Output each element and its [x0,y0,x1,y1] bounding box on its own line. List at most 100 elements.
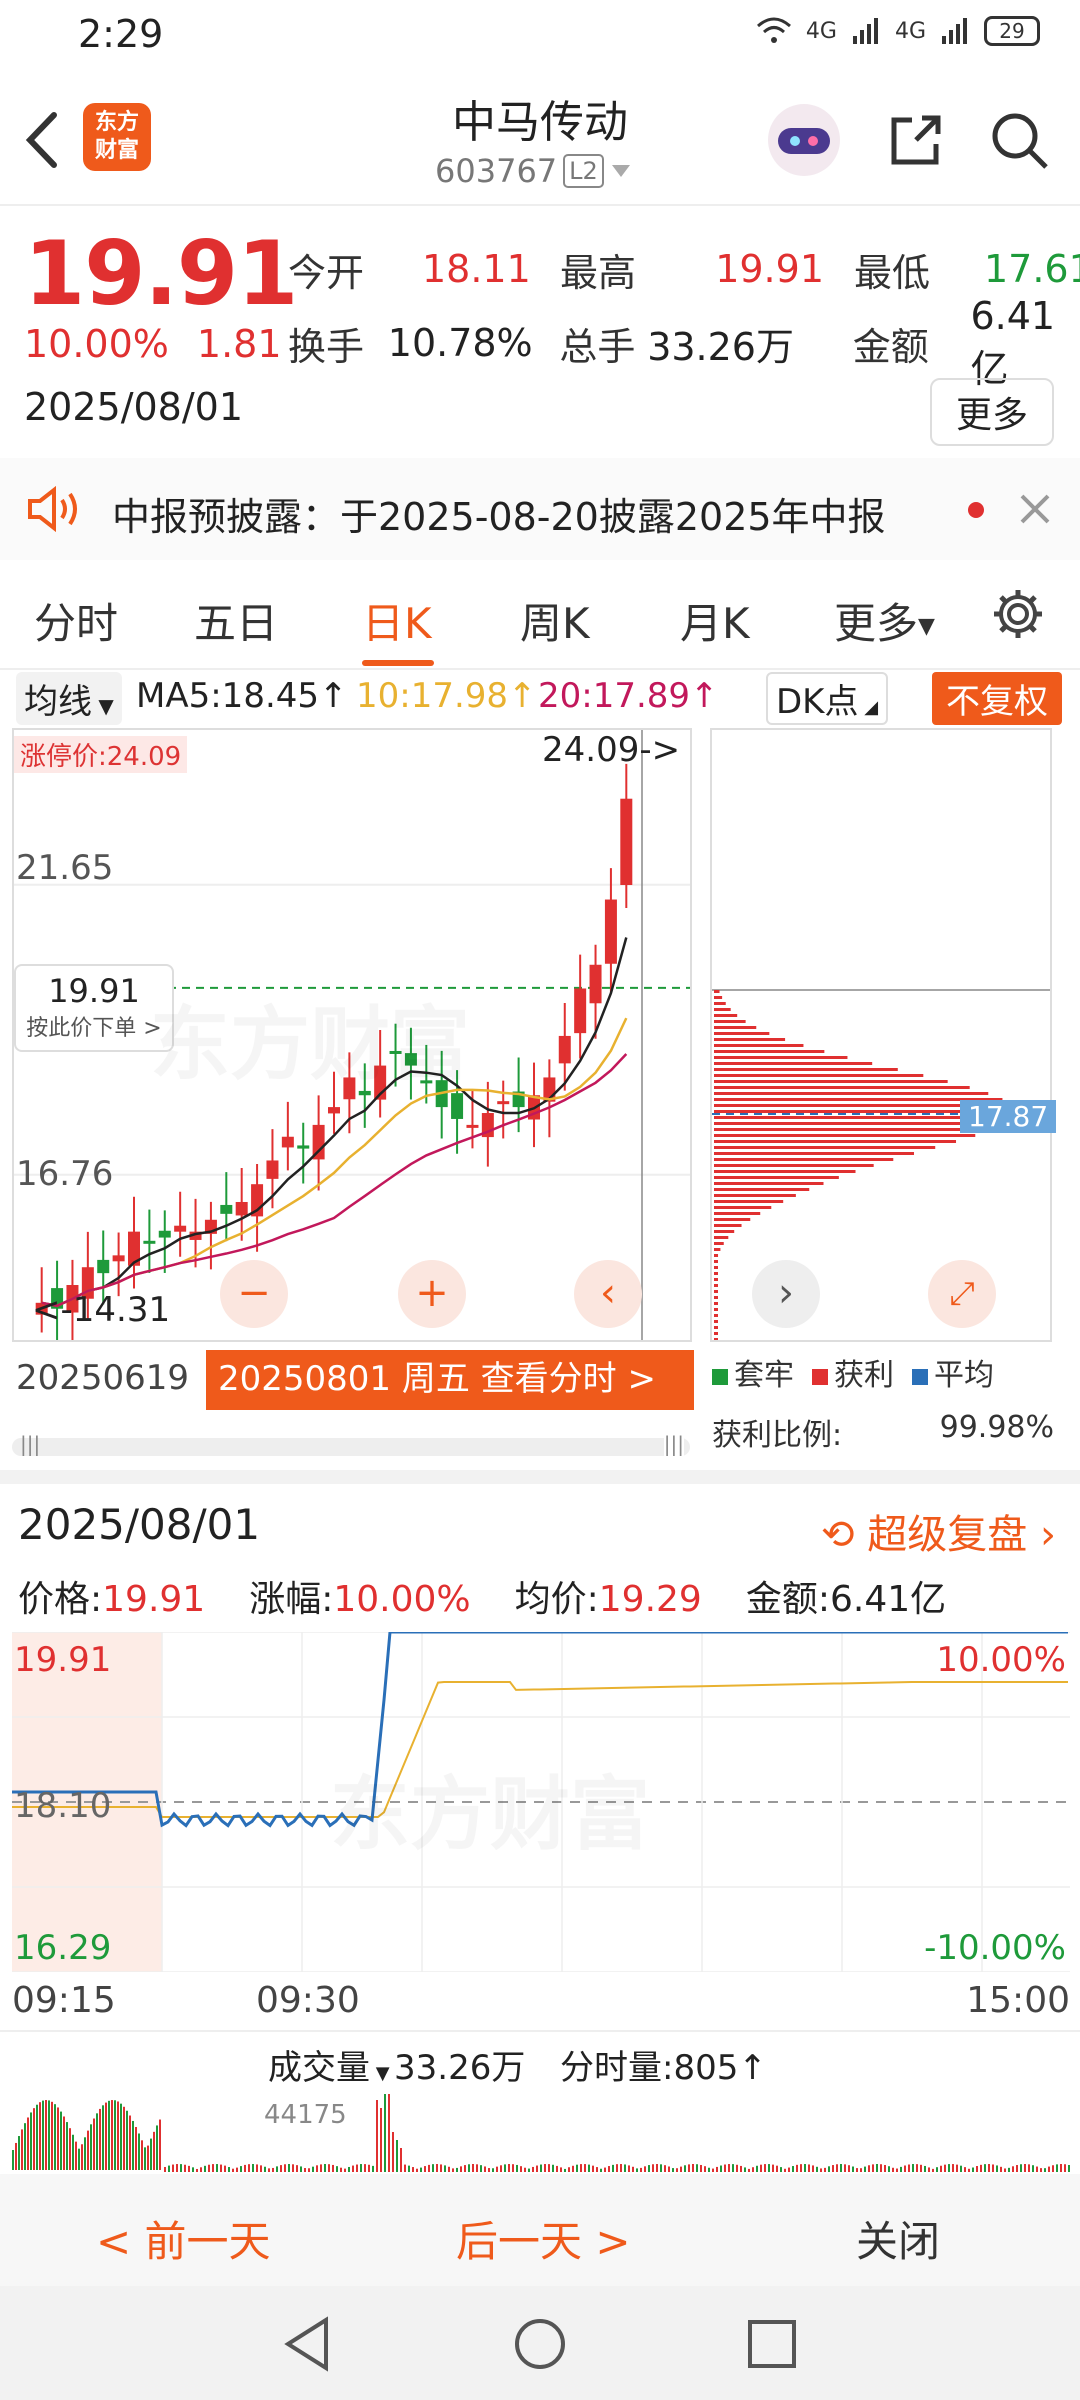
volume-bar [1028,2164,1030,2172]
chip-bar [714,1302,718,1305]
search-icon[interactable] [988,109,1050,171]
volume-bar [736,2164,738,2172]
volume-bar [54,2104,56,2170]
caret-icon: ◢ [858,697,879,718]
volume-bar [1060,2164,1062,2172]
chip-bar [714,1146,936,1149]
volume-bar [192,2167,194,2172]
kline-candle [297,1145,310,1149]
kline-candle [466,1124,479,1128]
axis-label-mid: 21.65 [16,848,114,888]
ma-selector[interactable]: 均线 ▼ [16,672,122,725]
volume-bar [96,2113,98,2170]
info-avg: 均价:19.29 [515,1570,702,1622]
volume-svg [12,2094,1070,2172]
notice-banner[interactable]: 中报预披露：于2025-08-20披露2025年中报 [0,458,1080,560]
volume-bar [236,2167,238,2172]
super-review-label: 超级复盘 [867,1512,1028,1558]
tab-daily-k[interactable]: 日K [362,590,432,651]
volume-bar [532,2166,534,2172]
share-icon[interactable] [886,110,946,170]
super-review-button[interactable]: ⟲ 超级复盘 › [821,1502,1056,1560]
bottom-action-bar: < 前一天 后一天 > 关闭 [0,2174,1080,2286]
volume-bar [880,2164,882,2172]
prev-day-button[interactable]: < 前一天 [96,2208,271,2269]
volume-bar [572,2165,574,2172]
volume-bar [360,2164,362,2172]
volume-bar [63,2116,65,2170]
status-time: 2:29 [78,12,164,56]
header-actions [764,100,1050,180]
divider [0,668,1080,670]
volume-bar [672,2168,674,2172]
kline-scrollbar[interactable]: ||| ||| [12,1432,690,1456]
volume-bar [324,2164,326,2172]
zoom-in-button[interactable]: + [398,1260,466,1328]
volume-bar [1052,2165,1054,2172]
volume-selector[interactable]: 成交量 ▼ [268,2040,390,2089]
chip-bar [714,1338,718,1341]
speaker-icon [28,486,77,532]
volume-bar [364,2164,366,2172]
volume-bar [15,2142,17,2170]
zoom-out-button[interactable]: − [220,1260,288,1328]
more-quote-button[interactable]: 更多 [929,378,1054,446]
volume-bar [1036,2166,1038,2172]
nav-home-icon[interactable] [512,2316,568,2372]
settings-gear-icon[interactable] [990,586,1046,642]
scroll-left-button[interactable]: ‹ [574,1260,642,1328]
nav-recents-icon[interactable] [746,2318,798,2370]
volume-bar [432,2164,434,2172]
close-icon[interactable] [1018,492,1052,526]
chip-bar [714,1020,746,1023]
divider [0,204,1080,206]
volume-bar [456,2167,458,2172]
chip-next-button[interactable]: › [752,1260,820,1328]
volume-bar [848,2165,850,2172]
chip-bar [714,1038,786,1041]
turnover-value: 10.78% [387,321,533,365]
next-day-button[interactable]: 后一天 > [456,2208,631,2269]
volume-bar [564,2168,566,2172]
stock-code-row[interactable]: 603767 L2 [435,152,632,190]
nav-back-icon[interactable] [282,2316,332,2372]
volume-bar [964,2167,966,2172]
volume-bar [496,2166,498,2172]
volume-bar [356,2164,358,2172]
volume-bar [592,2165,594,2172]
tab-monthly-k[interactable]: 月K [680,590,750,651]
tab-weekly-k[interactable]: 周K [520,590,590,651]
volume-bar [1040,2168,1042,2172]
period-tabs: 分时 五日 日K 周K 月K 更多▼ [0,580,1080,668]
volume-bar [1012,2166,1014,2172]
chip-bar [714,1152,915,1155]
dk-point-selector[interactable]: DK点 ◢ [766,672,889,725]
volume-bar [632,2166,634,2172]
close-button[interactable]: 关闭 [856,2208,940,2269]
volume-bar [888,2166,890,2172]
tab-intraday[interactable]: 分时 [34,590,118,651]
volume-bar [111,2100,113,2170]
chip-distribution [710,728,1052,1347]
volume-bar [45,2100,47,2170]
adjust-button[interactable]: 不复权 [932,672,1062,725]
assistant-avatar-icon[interactable] [764,100,844,180]
tab-more[interactable]: 更多▼ [834,590,935,651]
volume-bar [396,2140,398,2172]
volume-bar [552,2164,554,2172]
volume-bar [956,2164,958,2172]
kline-candle [574,988,587,1034]
wifi-icon [756,17,791,43]
tab-five-day[interactable]: 五日 [194,590,278,651]
volume-bar [376,2100,378,2172]
volume-bar [772,2164,774,2172]
volume-bar [816,2166,818,2172]
scroll-handle-icon[interactable]: ||| [663,1432,684,1456]
chip-bar [714,1026,757,1029]
intraday-y-top: 19.91 [14,1640,112,1680]
volume-bar [616,2164,618,2172]
expand-icon[interactable]: ⤢ [928,1260,996,1328]
view-intraday-button[interactable]: 20250801 周五 查看分时 > [206,1350,694,1410]
status-icons: 4G 4G 29 [756,16,1040,46]
volume-value: 33.26万 [647,324,794,369]
